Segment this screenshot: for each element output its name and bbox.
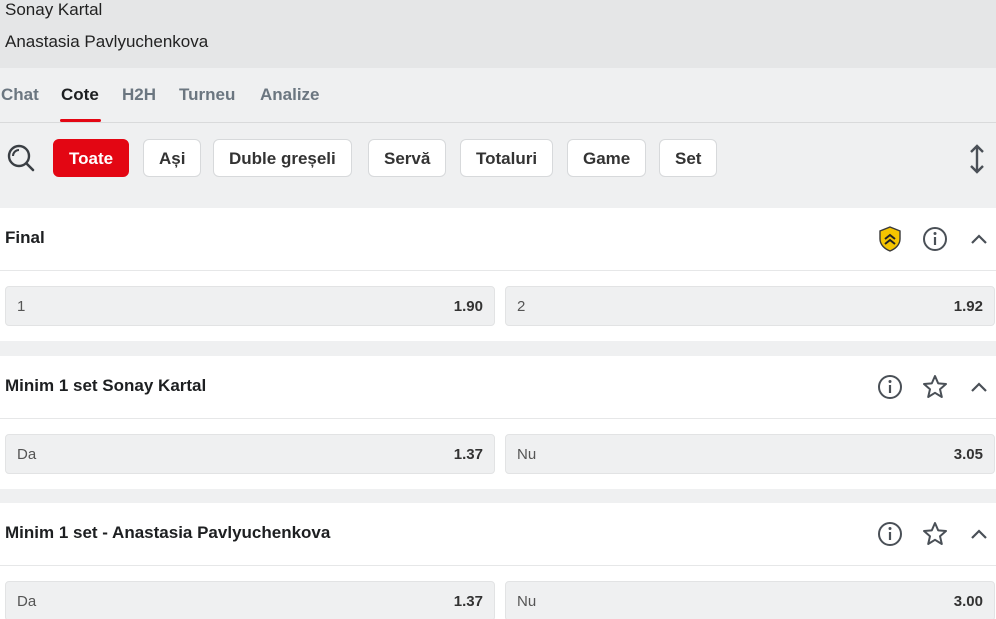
filter-duble-greseli[interactable]: Duble greșeli: [213, 139, 352, 177]
market-minim-1-set-player2: Minim 1 set - Anastasia Pavlyuchenkova D…: [0, 503, 996, 619]
odd-value: 3.00: [953, 593, 983, 610]
filter-set[interactable]: Set: [659, 139, 718, 177]
chevron-up-icon[interactable]: [969, 378, 989, 401]
odds-row: Da 1.37 Nu 3.05: [0, 419, 996, 489]
market-title: Minim 1 set Sonay Kartal: [5, 376, 207, 395]
star-icon[interactable]: [922, 374, 948, 405]
filter-game[interactable]: Game: [567, 139, 647, 177]
odd-button-da[interactable]: Da 1.37: [5, 581, 495, 619]
odd-label: 2: [517, 298, 526, 315]
match-header: Sonay Kartal Anastasia Pavlyuchenkova: [0, 0, 996, 68]
shield-boost-icon: [878, 226, 902, 257]
market-header[interactable]: Minim 1 set - Anastasia Pavlyuchenkova: [0, 503, 996, 566]
odds-row: 1 1.90 2 1.92: [0, 271, 996, 341]
tab-turneu[interactable]: Turneu: [179, 85, 235, 105]
tab-h2h[interactable]: H2H: [122, 85, 156, 105]
filter-toate[interactable]: Toate: [53, 139, 130, 177]
market-title: Final: [5, 228, 45, 247]
active-tab-indicator: [60, 119, 101, 122]
player-2-name: Anastasia Pavlyuchenkova: [5, 32, 209, 51]
odd-button-1[interactable]: 1 1.90: [5, 286, 495, 326]
odd-label: Da: [17, 593, 37, 610]
filter-totaluri[interactable]: Totaluri: [460, 139, 554, 177]
odds-row: Da 1.37 Nu 3.00: [0, 566, 996, 619]
filter-serva[interactable]: Servă: [368, 139, 447, 177]
market-header[interactable]: Final: [0, 208, 996, 271]
market-minim-1-set-player1: Minim 1 set Sonay Kartal Da 1.37 Nu 3.05: [0, 356, 996, 489]
odd-label: Nu: [517, 446, 537, 463]
tab-chat[interactable]: Chat: [1, 85, 39, 105]
player-1-name: Sonay Kartal: [5, 0, 103, 19]
odd-button-nu[interactable]: Nu 3.00: [505, 581, 995, 619]
odd-value: 3.05: [953, 446, 983, 463]
odd-button-da[interactable]: Da 1.37: [5, 434, 495, 474]
odd-label: 1: [17, 298, 26, 315]
market-filter-bar: Toate Ași Duble greșeli Servă Totaluri G…: [0, 123, 996, 208]
tab-analize[interactable]: Analize: [260, 85, 320, 105]
odd-value: 1.92: [953, 298, 983, 315]
star-icon[interactable]: [922, 521, 948, 552]
expand-collapse-icon[interactable]: [966, 143, 988, 180]
market-final: Final 1 1.90 2 1.92: [0, 208, 996, 341]
market-header[interactable]: Minim 1 set Sonay Kartal: [0, 356, 996, 419]
search-icon[interactable]: [6, 143, 36, 178]
odd-button-nu[interactable]: Nu 3.05: [505, 434, 995, 474]
odd-button-2[interactable]: 2 1.92: [505, 286, 995, 326]
chevron-up-icon[interactable]: [969, 230, 989, 253]
odd-value: 1.37: [453, 593, 483, 610]
info-icon[interactable]: [922, 226, 948, 257]
tab-bar: Chat Cote H2H Turneu Analize: [0, 68, 996, 123]
tab-cote[interactable]: Cote: [61, 85, 99, 105]
market-title: Minim 1 set - Anastasia Pavlyuchenkova: [5, 523, 331, 542]
info-icon[interactable]: [877, 521, 903, 552]
info-icon[interactable]: [877, 374, 903, 405]
odd-value: 1.90: [453, 298, 483, 315]
odd-label: Da: [17, 446, 37, 463]
chevron-up-icon[interactable]: [969, 525, 989, 548]
filter-asi[interactable]: Ași: [143, 139, 202, 177]
odd-label: Nu: [517, 593, 537, 610]
odd-value: 1.37: [453, 446, 483, 463]
